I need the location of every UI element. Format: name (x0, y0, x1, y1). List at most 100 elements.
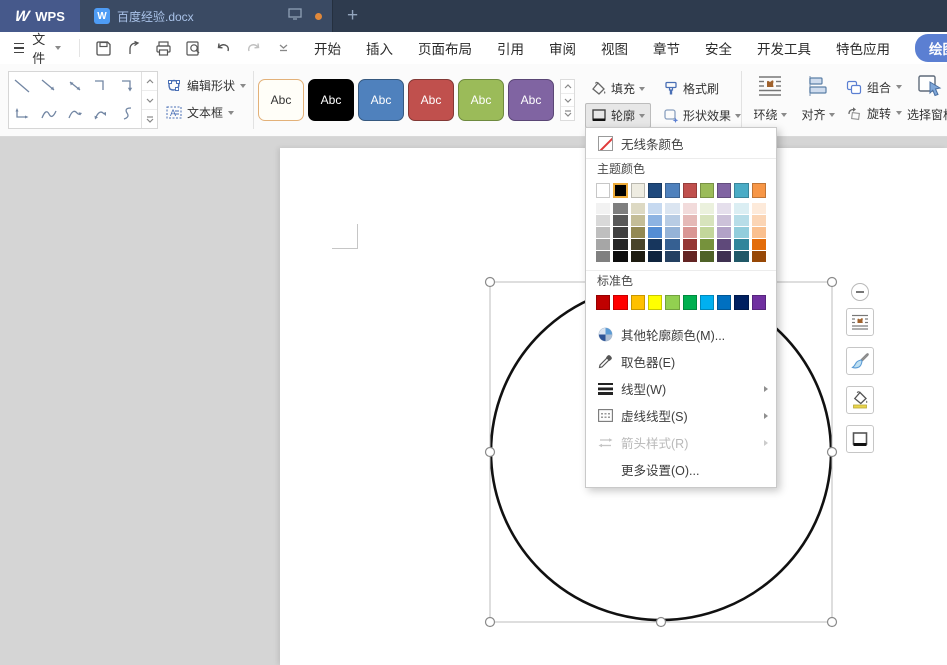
print-icon[interactable] (154, 39, 172, 57)
color-swatch[interactable] (717, 203, 731, 214)
color-swatch[interactable] (683, 227, 697, 238)
document-canvas[interactable] (0, 137, 947, 665)
color-swatch[interactable] (613, 295, 627, 310)
color-swatch[interactable] (596, 215, 610, 226)
ribbon-tab-0[interactable]: 开始 (314, 38, 341, 58)
color-swatch[interactable] (631, 203, 645, 214)
style-scroll-up-icon[interactable] (561, 80, 574, 94)
color-swatch[interactable] (596, 251, 610, 262)
color-swatch[interactable] (631, 295, 645, 310)
color-swatch[interactable] (717, 215, 731, 226)
new-tab-button[interactable]: + (332, 0, 372, 32)
color-swatch[interactable] (734, 227, 748, 238)
resize-handle-bottom-left[interactable] (486, 618, 495, 627)
color-swatch[interactable] (665, 203, 679, 214)
color-swatch[interactable] (752, 203, 766, 214)
presentation-monitor-icon[interactable] (288, 7, 302, 25)
text-box-button[interactable]: A 文本框 (166, 99, 252, 126)
color-swatch[interactable] (648, 251, 662, 262)
color-swatch[interactable] (665, 239, 679, 250)
resize-handle-middle-left[interactable] (486, 448, 495, 457)
format-painter-button[interactable]: 格式刷 (657, 76, 725, 101)
arrow-shape-icon[interactable] (35, 72, 61, 100)
color-swatch[interactable] (683, 251, 697, 262)
color-swatch[interactable] (700, 239, 714, 250)
ribbon-tab-10[interactable]: 绘图工具 (915, 34, 947, 62)
file-menu[interactable]: 文件 (0, 29, 61, 67)
resize-handle-top-right[interactable] (828, 278, 837, 287)
color-swatch[interactable] (752, 215, 766, 226)
color-swatch[interactable] (631, 251, 645, 262)
more-outline-colors-item[interactable]: 其他轮廓颜色(M)... (586, 321, 776, 348)
ribbon-tab-6[interactable]: 章节 (653, 38, 680, 58)
outline-button[interactable]: 轮廓 (585, 103, 651, 128)
wps-home-button[interactable]: W WPS (0, 0, 80, 32)
align-button[interactable]: 对齐 (795, 72, 841, 123)
ribbon-tab-7[interactable]: 安全 (705, 38, 732, 58)
color-swatch[interactable] (596, 295, 610, 310)
line-style-item[interactable]: 线型(W) (586, 375, 776, 402)
color-swatch[interactable] (734, 251, 748, 262)
color-swatch[interactable] (613, 251, 627, 262)
fill-button[interactable]: 填充 (585, 76, 651, 101)
curved-arrow-shape-icon[interactable] (62, 100, 88, 128)
color-swatch[interactable] (683, 215, 697, 226)
elbow-arrow-connector-icon[interactable] (115, 72, 141, 100)
color-swatch[interactable] (631, 183, 645, 198)
color-swatch[interactable] (700, 251, 714, 262)
line-shape-icon[interactable] (9, 72, 35, 100)
no-line-color-item[interactable]: 无线条颜色 (586, 130, 776, 156)
color-swatch[interactable] (717, 227, 731, 238)
elbow-connector-icon[interactable] (88, 72, 114, 100)
color-swatch[interactable] (752, 227, 766, 238)
ribbon-tab-2[interactable]: 页面布局 (418, 38, 472, 58)
color-swatch[interactable] (700, 227, 714, 238)
color-swatch[interactable] (648, 227, 662, 238)
ribbon-tab-4[interactable]: 审阅 (549, 38, 576, 58)
color-swatch[interactable] (717, 239, 731, 250)
wrap-button[interactable]: 环绕 (747, 72, 793, 123)
resize-handle-bottom-right[interactable] (828, 618, 837, 627)
color-swatch[interactable] (734, 239, 748, 250)
color-swatch[interactable] (631, 215, 645, 226)
color-swatch[interactable] (665, 251, 679, 262)
undo-icon[interactable] (214, 39, 232, 57)
ribbon-tab-3[interactable]: 引用 (497, 38, 524, 58)
color-swatch[interactable] (717, 251, 731, 262)
color-swatch[interactable] (752, 295, 766, 310)
ribbon-tab-5[interactable]: 视图 (601, 38, 628, 58)
color-swatch[interactable] (648, 183, 662, 198)
document-tab[interactable]: W 百度经验.docx (80, 0, 332, 32)
outline-color-button[interactable] (846, 425, 874, 453)
double-arrow-shape-icon[interactable] (62, 72, 88, 100)
gallery-scroll-up-icon[interactable] (142, 72, 157, 91)
gallery-scroll-down-icon[interactable] (142, 91, 157, 110)
shape-effects-button[interactable]: 形状效果 (657, 103, 747, 128)
color-swatch[interactable] (613, 227, 627, 238)
more-commands-icon[interactable] (274, 39, 292, 57)
color-swatch[interactable] (613, 203, 627, 214)
resize-handle-middle-right[interactable] (828, 448, 837, 457)
dash-style-item[interactable]: 虚线线型(S) (586, 402, 776, 429)
resize-handle-top-left[interactable] (486, 278, 495, 287)
color-swatch[interactable] (596, 227, 610, 238)
shape-style-chip-3[interactable]: Abc (408, 79, 454, 121)
curve-shape-icon[interactable] (35, 100, 61, 128)
color-swatch[interactable] (631, 227, 645, 238)
style-scroll-down-icon[interactable] (561, 94, 574, 108)
ribbon-tab-9[interactable]: 特色应用 (836, 38, 890, 58)
color-swatch[interactable] (683, 239, 697, 250)
color-swatch[interactable] (683, 295, 697, 310)
color-swatch[interactable] (717, 295, 731, 310)
print-preview-icon[interactable] (184, 39, 202, 57)
color-swatch[interactable] (683, 203, 697, 214)
color-swatch[interactable] (596, 203, 610, 214)
color-swatch[interactable] (700, 183, 714, 198)
color-swatch[interactable] (734, 203, 748, 214)
color-swatch[interactable] (613, 183, 627, 198)
color-swatch[interactable] (648, 215, 662, 226)
color-swatch[interactable] (734, 295, 748, 310)
color-swatch[interactable] (613, 239, 627, 250)
color-swatch[interactable] (665, 227, 679, 238)
gallery-more-icon[interactable] (142, 110, 157, 128)
